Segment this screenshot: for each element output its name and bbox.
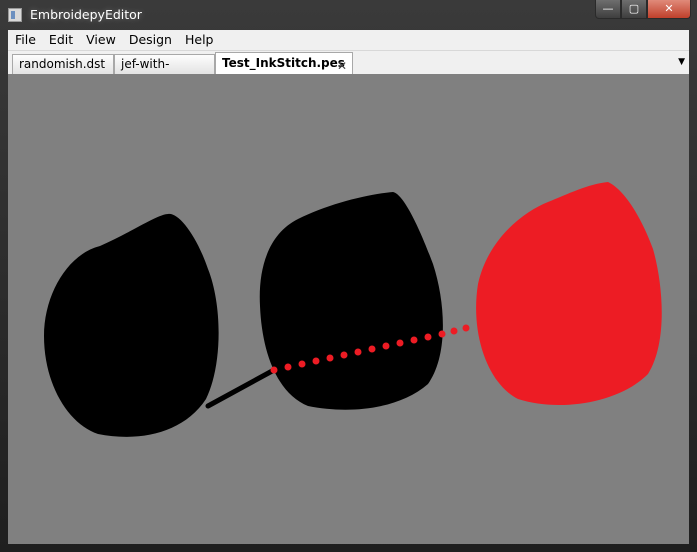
travel-dot [382, 342, 390, 350]
window-controls: — ▢ ✕ [595, 0, 691, 20]
travel-dot [270, 366, 278, 374]
tab-strip: randomish.dst jef-with-stop.jef Test_Ink… [8, 50, 689, 89]
maximize-button[interactable]: ▢ [621, 0, 647, 19]
minimize-button[interactable]: — [595, 0, 621, 19]
tab-label: randomish.dst [19, 57, 106, 71]
stitch-render [44, 182, 662, 437]
menu-file[interactable]: File [8, 30, 42, 50]
travel-dot [326, 354, 334, 362]
menu-help[interactable]: Help [178, 30, 220, 50]
tab-label: Test_InkStitch.pes [222, 56, 345, 70]
menu-edit[interactable]: Edit [42, 30, 79, 50]
tab-jef-with-stop[interactable]: jef-with-stop.jef [114, 54, 215, 89]
chevron-down-icon[interactable]: ▼ [678, 57, 685, 67]
menu-bar: File Edit View Design Help [8, 30, 689, 50]
travel-dot [410, 336, 418, 344]
app-window: EmbroidepyEditor — ▢ ✕ File Edit View De… [0, 0, 697, 552]
stitch-shape-black-2 [259, 192, 443, 410]
travel-dot [284, 363, 292, 371]
menu-view[interactable]: View [79, 30, 122, 50]
window-title: EmbroidepyEditor [30, 7, 142, 22]
embroidery-canvas[interactable] [8, 74, 689, 544]
travel-dot [396, 339, 404, 347]
travel-dot [340, 351, 348, 359]
stitch-shape-red [476, 182, 662, 406]
close-button[interactable]: ✕ [647, 0, 691, 19]
travel-dot [368, 345, 376, 353]
tab-test-inkstitch[interactable]: Test_InkStitch.pes ✕ [215, 52, 353, 75]
stitch-shape-black-1 [44, 213, 219, 437]
app-window-icon [8, 8, 22, 22]
travel-dot [354, 348, 362, 356]
jump-stitch-line [205, 367, 277, 409]
tab-randomish-dst[interactable]: randomish.dst [12, 54, 114, 74]
title-bar[interactable]: EmbroidepyEditor — ▢ ✕ [0, 0, 697, 30]
travel-dot [462, 324, 470, 332]
travel-dot [438, 330, 446, 338]
travel-dot [312, 357, 320, 365]
travel-dot [450, 327, 458, 335]
travel-dot [424, 333, 432, 341]
travel-dot [298, 360, 306, 368]
menu-design[interactable]: Design [122, 30, 178, 50]
